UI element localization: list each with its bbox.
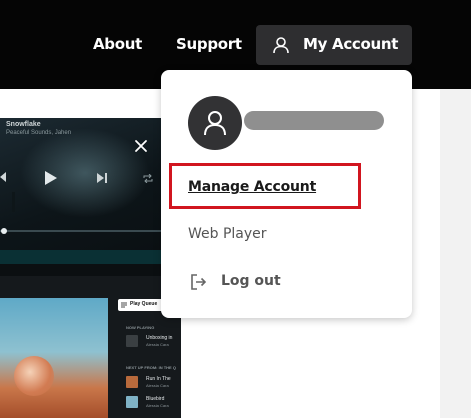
repeat-icon[interactable] bbox=[143, 174, 153, 183]
dark-strip bbox=[0, 264, 161, 276]
artwork-figure bbox=[12, 192, 15, 212]
nav-support-link[interactable]: Support bbox=[176, 35, 242, 53]
redacted-username bbox=[244, 111, 384, 130]
next-up-label: NEXT UP FROM: IN THE Q bbox=[126, 365, 176, 370]
my-account-button[interactable]: My Account bbox=[256, 25, 412, 65]
queue-item[interactable]: Unboxing in Alessia Cara bbox=[126, 335, 181, 351]
previous-icon[interactable] bbox=[0, 172, 6, 182]
queue-thumbnail bbox=[126, 335, 138, 347]
queue-item-artist: Alessia Cara bbox=[146, 403, 169, 408]
cover-orb bbox=[14, 356, 54, 396]
play-queue-label: Play Queue bbox=[130, 301, 158, 307]
queue-item-artist: Alessia Cara bbox=[146, 342, 169, 347]
logout-icon bbox=[191, 274, 207, 290]
queue-item[interactable]: Run In The Alessia Cara bbox=[126, 376, 181, 392]
artwork-glow bbox=[20, 128, 150, 218]
queue-thumbnail bbox=[126, 396, 138, 408]
now-playing-label: NOW PLAYING bbox=[126, 325, 155, 330]
queue-item-artist: Alessia Cara bbox=[146, 383, 169, 388]
teal-band bbox=[0, 250, 161, 264]
progress-knob[interactable] bbox=[1, 228, 7, 234]
track-title: Snowflake bbox=[6, 121, 41, 128]
play-icon[interactable] bbox=[44, 170, 58, 186]
web-player-link[interactable]: Web Player bbox=[188, 226, 267, 242]
track-artist: Peaceful Sounds, Jahen bbox=[6, 130, 72, 136]
progress-track[interactable] bbox=[0, 230, 161, 232]
avatar bbox=[188, 96, 242, 150]
queue-item[interactable]: Bluebird Alessia Cara bbox=[126, 396, 181, 412]
album-cover bbox=[0, 298, 108, 418]
avatar-user-icon bbox=[204, 111, 226, 136]
logout-button[interactable]: Log out bbox=[188, 270, 308, 294]
logout-label: Log out bbox=[221, 273, 281, 289]
next-icon[interactable] bbox=[96, 172, 108, 184]
queue-panel: Play Queue NOW PLAYING Unboxing in Aless… bbox=[0, 276, 181, 418]
manage-account-link[interactable]: Manage Account bbox=[188, 179, 316, 195]
my-account-label: My Account bbox=[303, 35, 399, 53]
queue-item-title: Run In The bbox=[146, 376, 171, 382]
right-gutter bbox=[440, 89, 471, 418]
play-queue-button[interactable]: Play Queue bbox=[118, 299, 166, 311]
queue-icon bbox=[121, 302, 127, 308]
queue-item-title: Bluebird bbox=[146, 396, 165, 402]
queue-item-title: Unboxing in bbox=[146, 335, 173, 341]
nav-about-link[interactable]: About bbox=[93, 35, 142, 53]
user-icon bbox=[273, 37, 289, 54]
queue-thumbnail bbox=[126, 376, 138, 388]
account-dropdown: Manage Account Web Player Log out bbox=[161, 70, 412, 318]
close-icon[interactable] bbox=[133, 138, 149, 154]
player-preview: Snowflake Peaceful Sounds, Jahen bbox=[0, 118, 161, 264]
